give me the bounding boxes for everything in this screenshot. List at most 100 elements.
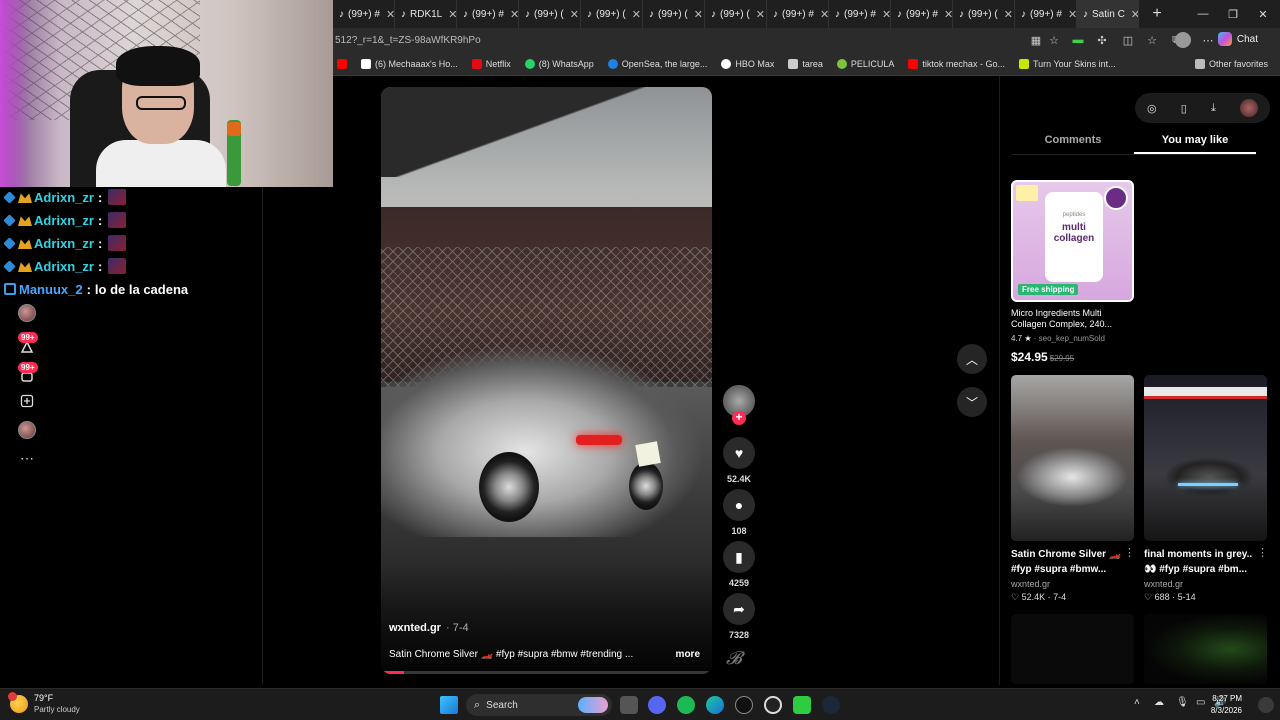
bookmark-item[interactable]: OpenSea, the large... (607, 58, 707, 69)
related-video-card[interactable]: Satin Chrome Silver 🏎️ #fyp #supra #bmw.… (1011, 375, 1134, 603)
device-icon[interactable]: ▯ (1181, 102, 1187, 115)
edge-icon[interactable] (706, 696, 724, 714)
browser-tab[interactable]: ♪ (99+) (✕ (705, 0, 767, 28)
product-ad-card[interactable]: peptides multi collagen Free shipping Mi… (1011, 180, 1134, 364)
kick-icon[interactable] (793, 696, 811, 714)
comment-icon[interactable]: ● (723, 489, 755, 521)
browser-tab[interactable]: ♪ (99+) (✕ (953, 0, 1015, 28)
notification-center-icon[interactable] (1258, 697, 1274, 713)
rail-messages[interactable]: 99+ (16, 362, 38, 388)
address-bar[interactable]: 512 ?_r=1&_t=ZS-98aWfKR9hPo ▦ ☆ ▬ ✣ ◫ ☆ … (333, 28, 1280, 52)
app-icon[interactable] (764, 696, 782, 714)
maximize-button[interactable]: ❐ (1218, 0, 1248, 28)
more-options-icon[interactable]: ⋮ (1257, 546, 1268, 559)
close-icon[interactable]: ✕ (386, 8, 394, 21)
rail-profile[interactable] (16, 302, 38, 324)
favorites-icon[interactable]: ☆ (1145, 33, 1159, 47)
rail-account[interactable] (16, 419, 38, 441)
like-action[interactable]: ♥ 52.4K (723, 437, 755, 484)
bookmark-item[interactable]: Turn Your Skins int... (1018, 58, 1116, 69)
favorite-star-icon[interactable]: ☆ (1047, 33, 1061, 47)
steam-icon[interactable] (822, 696, 840, 714)
bookmark-item[interactable]: Netflix (471, 58, 511, 69)
taskbar-search[interactable]: ⌕ Search (466, 694, 612, 716)
bookmark-item[interactable]: HBO Max (721, 58, 774, 69)
bookmark-item[interactable]: PELICULA (836, 58, 894, 69)
product-title[interactable]: Micro Ingredients Multi Collagen Complex… (1011, 308, 1134, 330)
extension-icon[interactable]: ▬ (1071, 33, 1085, 47)
copilot-chat-button[interactable]: Chat (1217, 32, 1258, 46)
rail-more[interactable]: ⋯ (16, 447, 38, 469)
video-user[interactable]: wxnted.gr (1011, 579, 1134, 589)
user-avatar[interactable] (1239, 99, 1258, 117)
split-screen-icon[interactable]: ◫ (1121, 33, 1135, 47)
obs-icon[interactable] (735, 696, 753, 714)
task-view-icon[interactable] (620, 696, 638, 714)
tab-comments[interactable]: Comments (1012, 131, 1134, 154)
browser-tab[interactable]: ♪ (99+) # ✕ (767, 0, 829, 28)
address-url[interactable]: ?_r=1&_t=ZS-98aWfKR9hPo (352, 35, 481, 46)
compass-icon[interactable]: ◎ (1147, 102, 1157, 115)
close-icon[interactable]: ✕ (694, 8, 703, 21)
profile-avatar[interactable] (1175, 32, 1191, 48)
browser-tab-active[interactable]: ♪ Satin C ✕ (1077, 0, 1139, 28)
bookmark-youtube[interactable] (337, 58, 351, 69)
other-favorites[interactable]: Other favorites (1194, 58, 1268, 69)
product-image[interactable]: peptides multi collagen Free shipping (1011, 180, 1134, 302)
rail-activity[interactable]: 99+ (16, 332, 38, 358)
download-icon[interactable]: ⤓ (1211, 102, 1216, 115)
next-video-button[interactable]: ﹀ (957, 387, 987, 417)
windows-start-icon[interactable] (440, 696, 458, 714)
menu-dots-icon[interactable]: ⋯ (1201, 33, 1215, 47)
microphone-icon[interactable]: 🎙 (1176, 697, 1189, 708)
minimize-button[interactable]: — (1188, 0, 1218, 28)
bookmark-item[interactable]: (8) WhatsApp (524, 58, 594, 69)
browser-tab[interactable]: ♪ (99+) # ✕ (891, 0, 953, 28)
monitor-icon[interactable]: ▭ (1196, 697, 1205, 708)
discord-icon[interactable] (648, 696, 666, 714)
system-clock[interactable]: 8:27 PM 8/3/2026 (1211, 693, 1242, 717)
caption-more-button[interactable]: more (676, 649, 700, 660)
close-icon[interactable]: ✕ (1004, 8, 1013, 21)
close-icon[interactable]: ✕ (570, 8, 579, 21)
video-progress[interactable] (381, 671, 712, 674)
save-action[interactable]: ▮ 4259 (723, 541, 755, 588)
share-action[interactable]: ➦ 7328 (723, 593, 755, 640)
close-window-button[interactable]: ✕ (1248, 0, 1278, 28)
follow-button[interactable]: + (732, 411, 746, 425)
tab-you-may-like[interactable]: You may like (1134, 131, 1256, 154)
app-available-icon[interactable]: ▦ (1029, 33, 1043, 47)
close-icon[interactable]: ✕ (448, 8, 456, 21)
network-tray-icon[interactable]: ☁ (1154, 697, 1164, 708)
bookmark-item[interactable]: (6) Mechaaax's Ho... (361, 58, 458, 69)
video-author[interactable]: wxnted.gr · 7-4 (389, 622, 469, 634)
bookmark-icon[interactable]: ▮ (723, 541, 755, 573)
video-title[interactable]: final moments in grey.. 👀 #fyp #supra #b… (1144, 547, 1259, 577)
close-icon[interactable]: ✕ (632, 8, 641, 21)
related-video-card[interactable]: final moments in grey.. 👀 #fyp #supra #b… (1144, 375, 1267, 603)
video-player[interactable]: wxnted.gr · 7-4 Satin Chrome Silver 🏎️ #… (381, 87, 712, 674)
new-tab-button[interactable]: + (1145, 5, 1169, 23)
close-icon[interactable]: ✕ (882, 8, 890, 21)
browser-tab[interactable]: ♪ (99+) # ✕ (1015, 0, 1077, 28)
heart-icon[interactable]: ♥ (723, 437, 755, 469)
browser-tab[interactable]: ♪ (99+) # ✕ (457, 0, 519, 28)
close-icon[interactable]: ✕ (756, 8, 765, 21)
video-title[interactable]: Satin Chrome Silver 🏎️ #fyp #supra #bmw.… (1011, 547, 1126, 577)
close-icon[interactable]: ✕ (1068, 8, 1076, 21)
video-thumbnail[interactable] (1144, 375, 1267, 541)
weather-widget[interactable]: 79°F Partly cloudy (8, 692, 80, 715)
bookmark-item[interactable]: tiktok mechax - Go... (908, 58, 1005, 69)
close-icon[interactable]: ✕ (820, 8, 828, 21)
close-icon[interactable]: ✕ (1131, 8, 1138, 21)
more-options-icon[interactable]: ⋮ (1124, 546, 1135, 559)
browser-tab[interactable]: ♪ (99+) (✕ (643, 0, 705, 28)
previous-video-button[interactable]: ︿ (957, 344, 987, 374)
rail-upload[interactable] (16, 390, 38, 412)
author-name[interactable]: wxnted.gr (389, 622, 441, 634)
video-thumbnail[interactable] (1011, 375, 1134, 541)
bookmark-item[interactable]: tarea (788, 58, 823, 69)
video-thumbnail[interactable] (1011, 614, 1134, 684)
comment-action[interactable]: ● 108 (723, 489, 755, 536)
close-icon[interactable]: ✕ (510, 8, 518, 21)
